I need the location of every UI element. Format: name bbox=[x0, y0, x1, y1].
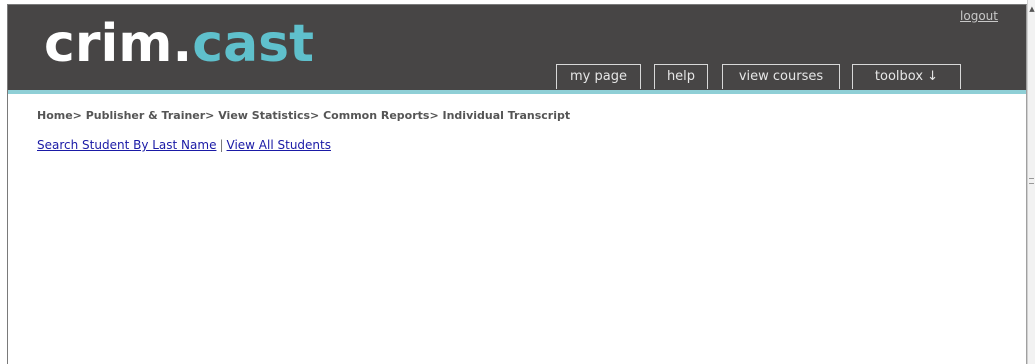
search-student-by-last-name-link[interactable]: Search Student By Last Name bbox=[37, 138, 216, 152]
scroll-up-arrow-icon[interactable]: ▲ bbox=[1028, 4, 1035, 14]
tab-my-page[interactable]: my page bbox=[556, 64, 641, 89]
tab-help[interactable]: help bbox=[654, 64, 708, 89]
tab-toolbox[interactable]: toolbox ↓ bbox=[852, 64, 961, 89]
vertical-scrollbar[interactable]: ▲ bbox=[1027, 0, 1035, 364]
logo-text-crim: crim bbox=[44, 14, 173, 74]
view-all-students-link[interactable]: View All Students bbox=[227, 138, 331, 152]
header-divider bbox=[8, 90, 1026, 94]
browser-viewport: crim.cast logout my page help view cours… bbox=[7, 4, 1027, 364]
site-logo[interactable]: crim.cast bbox=[44, 9, 314, 79]
breadcrumb: Home> Publisher & Trainer> View Statisti… bbox=[37, 109, 571, 122]
scroll-grip-icon[interactable] bbox=[1029, 178, 1034, 184]
logo-text-dot: . bbox=[172, 14, 193, 74]
logo-text-cast: cast bbox=[192, 14, 314, 74]
tab-view-courses[interactable]: view courses bbox=[722, 64, 840, 89]
site-header: crim.cast logout my page help view cours… bbox=[8, 5, 1026, 90]
logout-link[interactable]: logout bbox=[960, 9, 998, 23]
student-search-links: Search Student By Last Name | View All Stu… bbox=[37, 138, 331, 152]
link-separator: | bbox=[219, 138, 224, 152]
